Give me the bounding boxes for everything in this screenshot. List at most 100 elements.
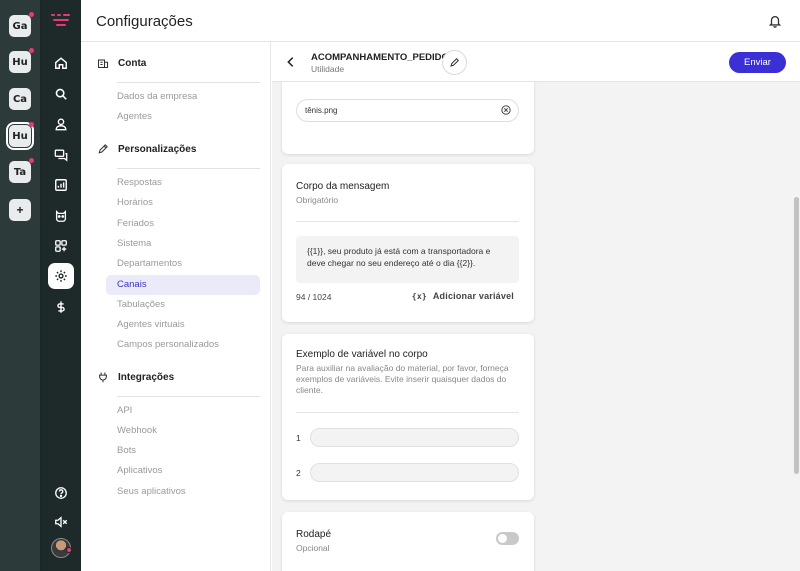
divider bbox=[117, 168, 260, 169]
attachment-file-pill: tênis.png bbox=[296, 99, 519, 122]
workspace-label: Ta bbox=[13, 166, 27, 178]
user-icon[interactable] bbox=[49, 112, 73, 136]
home-icon[interactable] bbox=[49, 51, 73, 75]
remove-file-icon[interactable] bbox=[501, 105, 511, 115]
footer-toggle[interactable] bbox=[496, 532, 519, 545]
back-arrow-icon[interactable] bbox=[284, 55, 298, 69]
character-counter: 94 / 1024 bbox=[296, 292, 332, 302]
template-category: Utilidade bbox=[311, 64, 345, 74]
main-nav-rail bbox=[41, 0, 81, 571]
status-dot bbox=[66, 547, 72, 553]
workspace-hu-2[interactable]: Hu bbox=[6, 122, 34, 150]
example-card-description: Para auxiliar na avaliação do material, … bbox=[296, 363, 509, 395]
add-workspace-button[interactable]: + bbox=[9, 199, 31, 221]
workspace-label: Hu bbox=[12, 130, 28, 142]
apps-icon[interactable] bbox=[49, 234, 73, 258]
variable-example-card: Exemplo de variável no corpo Para auxili… bbox=[282, 334, 534, 500]
template-name: ACOMPANHAMENTO_PEDIDO bbox=[311, 52, 449, 63]
workspace-label: Ca bbox=[12, 93, 28, 105]
footer-card-title: Rodapé bbox=[296, 529, 332, 540]
template-editor: tênis.png Corpo da mensagem Obrigatório … bbox=[272, 42, 800, 571]
dollar-icon[interactable] bbox=[49, 295, 73, 319]
building-icon bbox=[97, 59, 109, 69]
variable-number: 1 bbox=[296, 432, 301, 443]
variable-1-input[interactable] bbox=[310, 428, 519, 447]
sidebar-item-respostas[interactable]: Respostas bbox=[106, 173, 260, 193]
workspace-ga[interactable]: Ga bbox=[9, 12, 34, 37]
workspace-ta[interactable]: Ta bbox=[9, 158, 34, 183]
body-card-subtitle: Obrigatório bbox=[296, 195, 339, 205]
sidebar-item-aplicativos[interactable]: Aplicativos bbox=[106, 461, 260, 481]
sidebar-item-feriados[interactable]: Feriados bbox=[106, 214, 260, 234]
sidebar-item-dados-empresa[interactable]: Dados da empresa bbox=[106, 87, 260, 107]
sidebar-item-tabulacoes[interactable]: Tabulações bbox=[106, 295, 260, 315]
search-icon[interactable] bbox=[49, 82, 73, 106]
workspace-label: Ga bbox=[12, 20, 28, 32]
section-label: Conta bbox=[118, 57, 147, 69]
app-logo-icon[interactable] bbox=[50, 12, 72, 28]
workspace-hu-1[interactable]: Hu bbox=[9, 48, 34, 73]
section-personalizacoes: Personalizações bbox=[97, 143, 196, 155]
sidebar-item-webhook[interactable]: Webhook bbox=[106, 421, 260, 441]
message-body-textarea[interactable]: {{1}}, seu produto já está com a transpo… bbox=[296, 236, 519, 283]
variable-row-2: 2 bbox=[296, 463, 519, 482]
sidebar-item-seus-aplicativos[interactable]: Seus aplicativos bbox=[106, 482, 260, 502]
sidebar-item-campos-personalizados[interactable]: Campos personalizados bbox=[106, 335, 260, 355]
sidebar-item-api[interactable]: API bbox=[106, 401, 260, 421]
variable-number: 2 bbox=[296, 467, 301, 478]
add-variable-button[interactable]: {x} Adicionar variável bbox=[412, 291, 514, 301]
workspace-ca[interactable]: Ca bbox=[9, 88, 31, 110]
edit-template-button[interactable] bbox=[442, 50, 467, 75]
section-label: Personalizações bbox=[118, 143, 197, 155]
add-variable-label: Adicionar variável bbox=[432, 291, 514, 301]
mute-icon[interactable] bbox=[49, 510, 73, 534]
sidebar-item-agentes[interactable]: Agentes bbox=[106, 107, 260, 127]
pencil-icon bbox=[450, 57, 460, 67]
avatar[interactable] bbox=[51, 538, 72, 558]
notification-dot bbox=[29, 12, 34, 17]
sidebar-item-bots[interactable]: Bots bbox=[106, 441, 260, 461]
toggle-knob bbox=[498, 534, 507, 543]
sidebar-item-canais[interactable]: Canais bbox=[106, 275, 260, 295]
attachment-file-name: tênis.png bbox=[305, 106, 338, 115]
variable-icon: {x} bbox=[411, 291, 427, 301]
notification-dot bbox=[29, 122, 34, 127]
bell-icon[interactable] bbox=[768, 14, 782, 28]
workspace-label: Hu bbox=[12, 56, 28, 68]
variable-2-input[interactable] bbox=[310, 463, 519, 482]
help-icon[interactable] bbox=[49, 481, 73, 505]
notification-dot bbox=[29, 158, 34, 163]
divider bbox=[296, 221, 519, 222]
body-card: Corpo da mensagem Obrigatório {{1}}, seu… bbox=[282, 164, 534, 322]
sidebar-item-agentes-virtuais[interactable]: Agentes virtuais bbox=[106, 315, 260, 335]
notification-dot bbox=[29, 48, 34, 53]
send-button[interactable]: Enviar bbox=[729, 52, 786, 73]
footer-card: Rodapé Opcional bbox=[282, 512, 534, 571]
section-conta: Conta bbox=[97, 57, 146, 69]
divider bbox=[117, 82, 260, 83]
settings-icon[interactable] bbox=[48, 263, 74, 289]
attachment-card: tênis.png bbox=[282, 72, 534, 154]
template-header: ACOMPANHAMENTO_PEDIDO Utilidade Enviar bbox=[272, 42, 800, 82]
divider bbox=[117, 396, 260, 397]
sidebar-item-departamentos[interactable]: Departamentos bbox=[106, 254, 260, 274]
bot-icon[interactable] bbox=[49, 204, 73, 228]
example-card-title: Exemplo de variável no corpo bbox=[296, 349, 428, 360]
divider bbox=[296, 412, 519, 413]
settings-sidebar: Conta Dados da empresa Agentes Personali… bbox=[81, 42, 271, 571]
section-label: Integrações bbox=[118, 371, 175, 383]
variable-row-1: 1 bbox=[296, 428, 519, 447]
scrollbar-thumb[interactable] bbox=[794, 197, 799, 474]
sidebar-item-sistema[interactable]: Sistema bbox=[106, 234, 260, 254]
pencil-icon bbox=[98, 144, 108, 154]
page-title: Configurações bbox=[96, 13, 193, 30]
chat-icon[interactable] bbox=[49, 143, 73, 167]
plug-icon bbox=[99, 372, 107, 383]
footer-card-subtitle: Opcional bbox=[296, 543, 330, 553]
body-card-title: Corpo da mensagem bbox=[296, 181, 390, 192]
section-integracoes: Integrações bbox=[97, 371, 174, 383]
page-header: Configurações bbox=[81, 0, 800, 42]
chart-icon[interactable] bbox=[49, 173, 73, 197]
sidebar-item-horarios[interactable]: Horários bbox=[106, 193, 260, 213]
workspace-rail: Ga Hu Ca Hu Ta + bbox=[0, 0, 41, 571]
